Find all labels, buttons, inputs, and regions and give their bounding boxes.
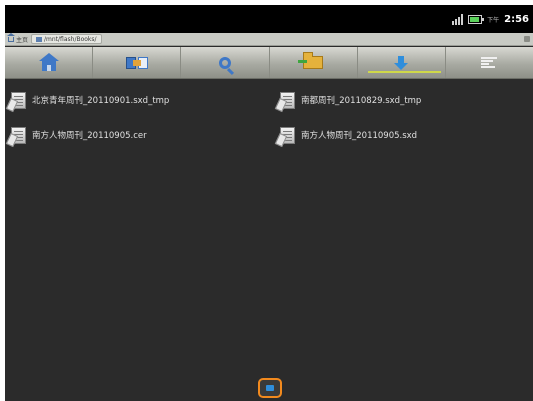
device-screen: 下午 2:56 主页 /mnt/flash/Books/ 北京青年周刊_2011… [5, 5, 533, 401]
battery-icon [468, 14, 485, 24]
search-button[interactable] [181, 47, 270, 78]
folder-small-icon [36, 36, 43, 42]
breadcrumb-path[interactable]: /mnt/flash/Books/ [31, 34, 102, 44]
breadcrumb-home-label: 主页 [16, 36, 29, 44]
file-item[interactable]: 南方人物周刊_20110905.sxd [280, 124, 417, 146]
status-bar: 下午 2:56 [5, 5, 533, 33]
file-name: 南方人物周刊_20110905.sxd [301, 131, 418, 141]
home-icon [38, 52, 59, 71]
home-button[interactable] [5, 47, 94, 78]
status-icons: 下午 2:56 [452, 11, 529, 27]
file-name: 北京青年周刊_20110901.sxd_tmp [32, 96, 170, 106]
file-list: 北京青年周刊_20110901.sxd_tmp 南都周刊_20110829.sx… [5, 85, 533, 375]
breadcrumb-path-label: /mnt/flash/Books/ [44, 35, 97, 43]
menu-icon [266, 385, 274, 391]
menu-button[interactable] [258, 378, 282, 398]
document-icon [280, 126, 295, 144]
status-ampm: 下午 [487, 16, 500, 24]
file-item[interactable]: 南方人物周刊_20110905.cer [11, 124, 147, 146]
search-icon [218, 56, 231, 69]
status-time: 2:56 [504, 13, 529, 25]
switch-pane-icon [125, 55, 148, 71]
path-scroll-handle[interactable] [524, 36, 530, 42]
sort-icon [481, 56, 498, 69]
file-name: 南方人物周刊_20110905.cer [32, 131, 147, 141]
new-folder-button[interactable] [270, 47, 358, 78]
breadcrumb: 主页 /mnt/flash/Books/ [5, 32, 533, 46]
file-item[interactable]: 南都周刊_20110829.sxd_tmp [280, 89, 421, 111]
toolbar [5, 47, 533, 79]
file-name: 南都周刊_20110829.sxd_tmp [301, 96, 422, 106]
download-button[interactable] [358, 47, 446, 78]
document-icon [11, 91, 26, 109]
download-icon [394, 55, 409, 70]
home-small-icon [7, 32, 15, 42]
file-item[interactable]: 北京青年周刊_20110901.sxd_tmp [11, 89, 169, 111]
document-icon [11, 126, 26, 144]
signal-icon [452, 13, 464, 25]
download-underline [367, 71, 441, 73]
document-icon [280, 91, 295, 109]
breadcrumb-home[interactable]: 主页 [5, 32, 31, 45]
new-folder-icon [298, 52, 324, 69]
sort-button[interactable] [446, 47, 533, 78]
switch-pane-button[interactable] [93, 47, 182, 78]
